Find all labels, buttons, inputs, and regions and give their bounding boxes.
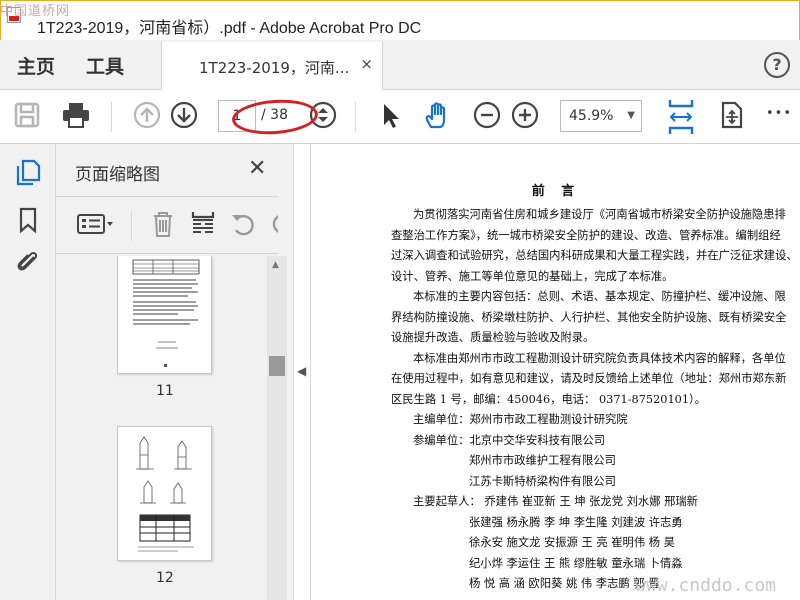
attachment-icon[interactable]: [14, 248, 42, 276]
document-line: 本标准由郑州市市政工程勘测设计研究院负责具体技术内容的解释，各单位: [413, 351, 786, 365]
collapse-panel-icon[interactable]: ◀: [297, 364, 306, 378]
thumbnail-12-content: [136, 436, 194, 552]
document-line: 为贯彻落实河南省住房和城乡建设厅《河南省城市桥梁安全防护设施隐患排: [413, 208, 786, 221]
panel-title: 页面缩略图: [75, 165, 160, 185]
document-heading: 前 言: [531, 184, 581, 199]
rotate-clockwise-icon[interactable]: [268, 209, 278, 239]
document-line: 主编单位：郑州市市政工程勘测设计研究院: [413, 413, 628, 426]
rotate-counterclockwise-icon[interactable]: [228, 209, 258, 239]
navigation-rail: [0, 144, 56, 600]
menu-bar: 主页 工具: [0, 40, 800, 90]
next-page-icon[interactable]: [169, 100, 199, 130]
previous-page-icon[interactable]: [132, 100, 162, 130]
document-line: 界结构防撞设施、桥梁墩柱防护、人行护栏、其他安全防护设施、既有桥梁安全: [391, 310, 787, 324]
chevron-down-icon: ▼: [627, 110, 635, 121]
menu-tools[interactable]: 工具: [86, 52, 124, 79]
zoom-level-value: 45.9%: [569, 108, 614, 124]
fit-page-width-icon[interactable]: [666, 98, 696, 136]
select-cursor-icon[interactable]: [376, 100, 406, 130]
document-tab-label: 1T223-2019，河南...: [199, 59, 350, 77]
more-tools-icon[interactable]: •••: [766, 106, 792, 121]
export-page-icon[interactable]: [716, 100, 746, 130]
print-icon[interactable]: [61, 100, 91, 130]
menu-home[interactable]: 主页: [17, 52, 55, 79]
page-thumbnails-icon[interactable]: [14, 158, 42, 186]
document-line: 参编单位：北京中交华安科技有限公司: [413, 433, 606, 447]
window-title: 1T223-2019，河南省标）.pdf - Adobe Acrobat Pro…: [37, 20, 422, 37]
close-panel-icon[interactable]: ✕: [248, 156, 266, 181]
document-line: 江苏卡斯特桥梁构件有限公司: [469, 474, 616, 488]
bookmark-icon[interactable]: [14, 206, 42, 234]
toolbar-separator: [111, 102, 112, 132]
document-line: 区民生路 1 号，邮编：450046，电话： 0371-87520101）。: [391, 392, 706, 406]
watermark-bottom-right: www.cnddo.com: [635, 575, 776, 596]
document-line: 本标准的主要内容包括：总则、术语、基本规定、防撞护栏、缓冲设施、限: [413, 290, 786, 303]
thumbnail-label-12: 12: [156, 570, 174, 586]
close-tab-icon[interactable]: ×: [360, 55, 373, 73]
document-line: 查整治工作方案》，统一城市桥梁安全防护的建设、改造、管养标准。编制组经: [391, 228, 781, 242]
document-line: 杨 悦 高 涵 欧阳葵 姚 伟 李志鹏 郭 晋: [469, 577, 660, 590]
thumbnail-label-11: 11: [156, 383, 174, 399]
document-line: 郑州市市政维护工程有限公司: [469, 454, 616, 467]
scrollbar-thumb[interactable]: [269, 356, 285, 376]
hand-tool-icon[interactable]: [422, 100, 452, 130]
document-line: 在使用过程中，如有意见和建议，请及时反馈给上述单位（地址：郑州市郑东新: [391, 372, 787, 385]
document-view[interactable]: 前 言 为贯彻落实河南省住房和城乡建设厅《河南省城市桥梁安全防护设施隐患排查整治…: [310, 144, 800, 600]
zoom-in-icon[interactable]: [510, 100, 540, 130]
title-bar: 1T223-2019，河南省标）.pdf - Adobe Acrobat Pro…: [0, 0, 800, 40]
thumbnail-11-content: [132, 259, 200, 367]
document-line: 设施提升改造、质量检验与验收及附录。: [391, 331, 595, 344]
toolbar-separator: [131, 211, 132, 241]
page-thumbnail-11[interactable]: [117, 256, 212, 374]
thumbnail-options-icon[interactable]: [76, 209, 116, 239]
help-icon[interactable]: ?: [764, 52, 790, 78]
zoom-level-select[interactable]: 45.9% ▼: [560, 100, 642, 132]
toolbar-separator: [355, 102, 356, 132]
page-thumbnail-12[interactable]: [117, 426, 212, 561]
scroll-up-icon[interactable]: ▲: [272, 260, 279, 270]
save-icon[interactable]: [12, 100, 42, 130]
document-line: 主要起草人： 乔建伟 崔亚新 王 坤 张龙党 刘水娜 邢瑞新: [413, 495, 698, 508]
thumbnails-toolbar: [56, 196, 278, 254]
thumbnails-scrollbar[interactable]: ▲: [267, 256, 287, 600]
document-tab[interactable]: 1T223-2019，河南... ×: [161, 42, 383, 90]
extract-page-icon[interactable]: [188, 209, 218, 239]
document-line: 张建强 杨永腾 李 坤 李生隆 刘建波 许志勇: [469, 515, 683, 529]
zoom-out-icon[interactable]: [472, 100, 502, 130]
document-line: 纪小烨 李运住 王 熊 缪胜敏 童永瑞 卜倩淼: [469, 556, 683, 570]
delete-page-icon[interactable]: [148, 209, 178, 239]
document-line: 徐永安 施文龙 安振源 王 亮 崔明伟 杨 昊: [469, 536, 675, 549]
watermark-top-left: 中国道桥网: [0, 4, 71, 19]
document-line: 过深入调查和试验研究，总结国内科研成果和大量工程实践，并在广泛征求建设、: [391, 249, 798, 262]
main-toolbar: •••: [0, 90, 800, 144]
document-line: 设计、管养、施工等单位意见的基础上，完成了本标准。: [391, 269, 674, 283]
